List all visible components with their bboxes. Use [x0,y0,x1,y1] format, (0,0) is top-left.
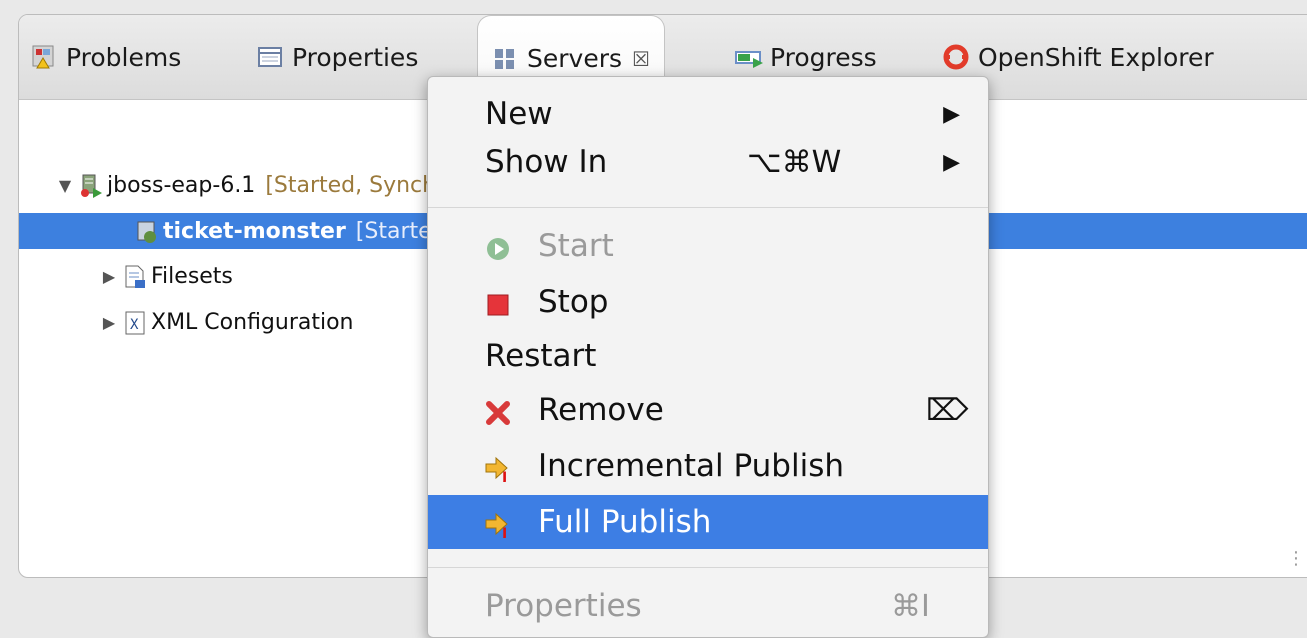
filesets-icon [123,265,145,288]
menu-item-start-label: Start [538,228,614,264]
tab-progress-label: Progress [770,42,877,72]
menu-separator [428,567,988,568]
menu-item-properties-label: Properties [485,588,642,624]
openshift-icon [943,44,969,70]
remove-shortcut: ⌦ [926,392,969,428]
filesets-label: Filesets [151,263,233,289]
remove-icon [485,398,511,425]
close-tab-icon[interactable]: ☒ [632,47,650,71]
svg-text:J: J [501,526,507,538]
menu-item-stop[interactable]: Stop [428,275,988,329]
properties-icon [257,44,283,70]
servers-icon [492,46,518,72]
server-name: jboss-eap-6.1 [107,172,256,198]
xml-file-icon: X [123,311,145,335]
menu-item-stop-label: Stop [538,284,609,320]
expand-arrow-icon[interactable]: ▶ [99,267,119,286]
menu-item-incremental-publish-label: Incremental Publish [538,448,845,484]
progress-icon [735,44,763,70]
xml-configuration-label: XML Configuration [151,309,354,335]
submenu-arrow-icon: ▶ [943,101,960,127]
tab-problems[interactable]: Problems [31,15,181,99]
start-icon [485,234,511,260]
publish-icon: J [485,510,511,542]
collapse-arrow-icon[interactable]: ▼ [55,176,75,195]
menu-item-show-in-label: Show In [485,144,608,180]
svg-text:X: X [130,317,139,333]
menu-item-remove-label: Remove [538,392,664,428]
menu-item-remove[interactable]: Remove ⌦ [428,383,988,437]
menu-item-incremental-publish[interactable]: J Incremental Publish [428,439,988,493]
resize-grip-icon: ⋮ [1287,548,1305,569]
tab-properties-label: Properties [292,42,419,72]
problems-icon [31,44,57,70]
module-icon [135,220,157,243]
publish-icon: J [485,454,511,486]
svg-text:J: J [501,470,507,482]
stop-icon [485,290,511,316]
tab-properties[interactable]: Properties [257,15,418,99]
menu-item-new-label: New [485,96,553,132]
server-icon [79,174,102,198]
menu-item-full-publish-label: Full Publish [538,504,712,540]
tab-servers-label: Servers [527,44,623,73]
show-in-shortcut: ⌥⌘W [747,144,842,180]
menu-item-restart-label: Restart [485,338,597,374]
menu-item-properties[interactable]: Properties ⌘I [428,579,988,633]
expand-arrow-icon[interactable]: ▶ [99,313,119,332]
module-name: ticket-monster [163,218,346,244]
menu-separator [428,207,988,208]
tab-problems-label: Problems [66,42,182,72]
properties-shortcut: ⌘I [891,588,930,624]
tab-openshift-label: OpenShift Explorer [978,42,1214,72]
menu-item-show-in[interactable]: Show In ⌥⌘W ▶ [428,135,988,189]
submenu-arrow-icon: ▶ [943,149,960,175]
menu-item-start[interactable]: Start [428,219,988,273]
context-menu: New ▶ Show In ⌥⌘W ▶ Start Stop Restart R… [427,76,989,638]
menu-item-full-publish[interactable]: J Full Publish [428,495,988,549]
menu-item-new[interactable]: New ▶ [428,87,988,141]
menu-item-restart[interactable]: Restart [428,329,988,383]
